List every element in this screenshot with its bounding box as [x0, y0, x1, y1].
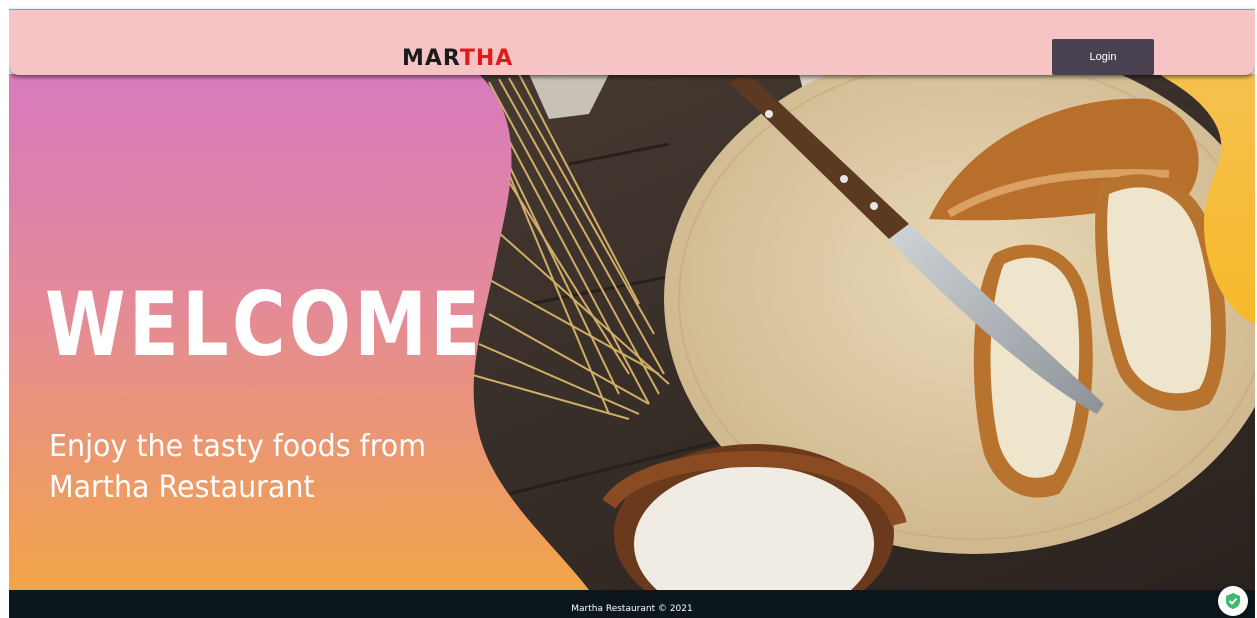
brand-logo[interactable]: MARTHA — [402, 46, 513, 71]
login-button[interactable]: Login — [1052, 39, 1154, 75]
shield-check-icon[interactable] — [1218, 586, 1248, 616]
hero-tagline-line2: Martha Restaurant — [49, 470, 315, 505]
brand-logo-part2: THA — [459, 46, 514, 71]
brand-logo-part1: MAR — [402, 46, 460, 71]
footer-copyright: Martha Restaurant © 2021 — [571, 604, 693, 614]
site-header: MARTHA Login — [9, 9, 1255, 75]
site-footer: Martha Restaurant © 2021 — [9, 590, 1255, 618]
hero-headline: WELCOME — [45, 273, 484, 376]
shield-check-icon-graphic — [1226, 593, 1240, 609]
window-top-edge — [0, 0, 1257, 8]
hero-tagline: Enjoy the tasty foods from Martha Restau… — [49, 426, 467, 508]
window-left-edge — [0, 0, 9, 618]
hero-section: WELCOME Enjoy the tasty foods from Marth… — [9, 74, 1255, 590]
hero-tagline-line1: Enjoy the tasty foods from — [49, 429, 427, 464]
